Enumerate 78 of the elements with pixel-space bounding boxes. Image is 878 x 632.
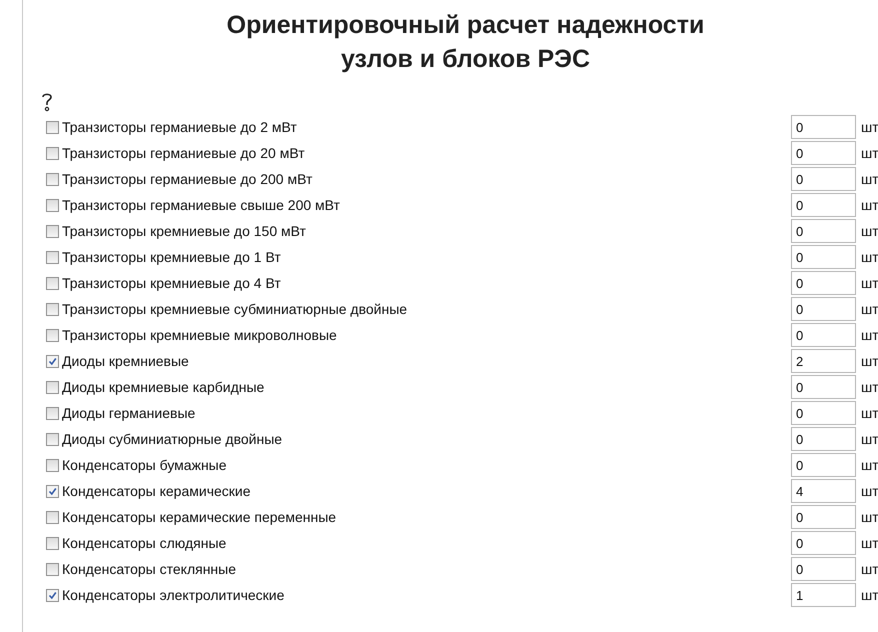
- item-label: Диоды германиевые: [62, 405, 196, 421]
- checkbox[interactable]: [46, 198, 59, 212]
- quantity-field[interactable]: 0: [791, 167, 856, 191]
- checkbox[interactable]: [46, 458, 59, 472]
- item-label: Транзисторы кремниевые до 1 Вт: [62, 249, 281, 265]
- unit-label: шт: [860, 587, 878, 603]
- checkbox[interactable]: [46, 380, 59, 394]
- quantity-field[interactable]: 0: [791, 323, 856, 347]
- unit-label: шт: [860, 431, 878, 447]
- item-label: Транзисторы кремниевые до 4 Вт: [62, 275, 281, 291]
- item-label: Диоды субминиатюрные двойные: [62, 431, 282, 447]
- checkbox[interactable]: [46, 328, 59, 342]
- quantity-field[interactable]: 0: [791, 141, 856, 165]
- quantity-field[interactable]: 0: [791, 531, 856, 555]
- checkbox[interactable]: [46, 224, 59, 238]
- item-label: Диоды кремниевые карбидные: [62, 379, 264, 395]
- quantity-field[interactable]: 0: [791, 427, 856, 451]
- unit-label: шт: [860, 223, 878, 239]
- unit-label: шт: [860, 379, 878, 395]
- checkbox[interactable]: [46, 120, 59, 134]
- unit-label: шт: [860, 561, 878, 577]
- quantity-field[interactable]: 1: [791, 583, 856, 607]
- quantity-field[interactable]: 0: [791, 401, 856, 425]
- item-label: Транзисторы кремниевые до 150 мВт: [62, 223, 306, 239]
- unit-label: шт: [860, 535, 878, 551]
- unit-label: шт: [860, 275, 878, 291]
- item-label: Конденсаторы стеклянные: [62, 561, 236, 577]
- item-label: Диоды кремниевые: [62, 353, 189, 369]
- checkbox[interactable]: [46, 354, 59, 368]
- unit-label: шт: [860, 405, 878, 421]
- quantity-field[interactable]: 0: [791, 245, 856, 269]
- unit-label: шт: [860, 145, 878, 161]
- unit-label: шт: [860, 327, 878, 343]
- quantity-field[interactable]: 0: [791, 271, 856, 295]
- checkbox[interactable]: [46, 406, 59, 420]
- unit-label: шт: [860, 119, 878, 135]
- quantity-field[interactable]: 0: [791, 375, 856, 399]
- quantity-field[interactable]: 2: [791, 349, 856, 373]
- item-label: Конденсаторы бумажные: [62, 457, 227, 473]
- quantity-field[interactable]: 0: [791, 115, 856, 139]
- unit-label: шт: [860, 301, 878, 317]
- checkbox[interactable]: [46, 484, 59, 498]
- item-label: Транзисторы кремниевые микроволновые: [62, 327, 337, 343]
- item-label: Транзисторы германиевые до 20 мВт: [62, 145, 305, 161]
- item-label: Транзисторы германиевые до 2 мВт: [62, 119, 297, 135]
- checkbox[interactable]: [46, 250, 59, 264]
- quantity-field[interactable]: 0: [791, 297, 856, 321]
- unit-label: шт: [860, 483, 878, 499]
- unit-label: шт: [860, 509, 878, 525]
- page-title: Ориентировочный расчет надежности узлов и блоков РЭС: [226, 10, 706, 75]
- quantity-field[interactable]: 0: [791, 193, 856, 217]
- checkbox[interactable]: [46, 588, 59, 602]
- item-label: Транзисторы германиевые свыше 200 мВт: [62, 197, 340, 213]
- item-label: Конденсаторы керамические: [62, 483, 251, 499]
- checkbox[interactable]: [46, 172, 59, 186]
- item-label: Транзисторы кремниевые субминиатюрные двойные: [62, 301, 408, 317]
- unit-label: шт: [860, 249, 878, 265]
- item-label: Конденсаторы слюдяные: [62, 535, 226, 551]
- quantity-field[interactable]: 4: [791, 479, 856, 503]
- unit-label: шт: [860, 353, 878, 369]
- checkbox[interactable]: [46, 562, 59, 576]
- checkbox[interactable]: [46, 146, 59, 160]
- help-icon[interactable]: [41, 92, 53, 112]
- checkbox[interactable]: [46, 302, 59, 316]
- checkbox[interactable]: [46, 536, 59, 550]
- quantity-field[interactable]: 0: [791, 453, 856, 477]
- quantity-field[interactable]: 0: [791, 557, 856, 581]
- checkbox[interactable]: [46, 276, 59, 290]
- unit-label: шт: [860, 171, 878, 187]
- unit-label: шт: [860, 457, 878, 473]
- quantity-field[interactable]: 0: [791, 505, 856, 529]
- item-label: Конденсаторы электролитические: [62, 587, 284, 603]
- item-label: Конденсаторы керамические переменные: [62, 509, 336, 525]
- unit-label: шт: [860, 197, 878, 213]
- checkbox[interactable]: [46, 510, 59, 524]
- quantity-field[interactable]: 0: [791, 219, 856, 243]
- checkbox[interactable]: [46, 432, 59, 446]
- item-label: Транзисторы германиевые до 200 мВт: [62, 171, 312, 187]
